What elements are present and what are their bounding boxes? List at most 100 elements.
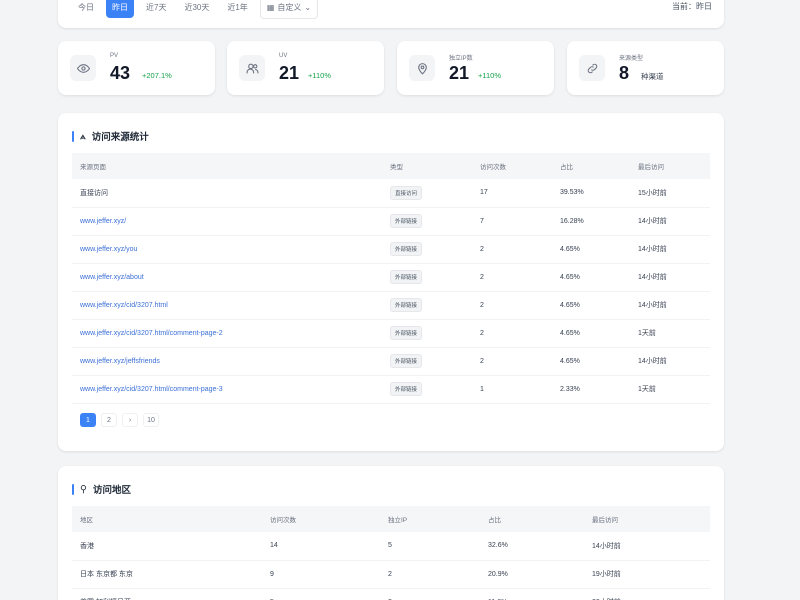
source-page-link[interactable]: www.jeffer.xyz/about [80, 274, 144, 281]
visit-count: 2 [472, 291, 552, 320]
stat-value: 21 [279, 63, 300, 83]
last-visit: 1天前 [630, 375, 710, 404]
next-page-button[interactable]: › [122, 413, 138, 427]
visit-percent: 4.65% [552, 291, 630, 320]
stat-value: 8 [619, 63, 630, 83]
stat-label: PV [110, 53, 119, 59]
filter-last30-button[interactable]: 近30天 [178, 0, 215, 18]
visit-percent: 39.53% [552, 179, 630, 208]
page-button-1[interactable]: 1 [80, 413, 96, 427]
source-page-link[interactable]: www.jeffer.xyz/ [80, 218, 126, 225]
type-badge: 外部链接 [390, 242, 423, 256]
table-row: www.jeffer.xyz/about 外部链接 2 4.65% 14小时前 [72, 263, 710, 292]
page-size-select[interactable]: 10 [143, 413, 159, 427]
region-table: 地区 访问次数 独立IP 占比 最后访问 香港 14 5 32.6% 14小时前… [72, 506, 710, 600]
column-header: 占比 [488, 517, 501, 524]
page-button-2[interactable]: 2 [101, 413, 117, 427]
column-header: 类型 [390, 164, 403, 171]
last-visit: 14小时前 [630, 263, 710, 292]
visit-percent: 4.65% [552, 347, 630, 376]
source-table: 来源页面 类型 访问次数 占比 最后访问 直接访问 直接访问 17 39.53%… [72, 153, 710, 404]
filter-yesterday-button[interactable]: 昨日 [106, 0, 134, 18]
region-stats-title: 访问地区 [92, 485, 131, 496]
type-badge: 外部链接 [390, 214, 423, 228]
source-page-link[interactable]: www.jeffer.xyz/jeffsfriends [80, 358, 160, 365]
time-filter-group: 今日 昨日 近7天 近30天 近1年 ▦ 自定义 ⌄ [72, 0, 319, 19]
stat-value: 21 [449, 63, 470, 83]
stat-unit: 种渠道 [641, 72, 664, 81]
source-page-link[interactable]: www.jeffer.xyz/you [80, 246, 137, 253]
type-badge: 外部链接 [390, 326, 423, 340]
type-badge: 外部链接 [390, 382, 423, 396]
stat-label: 来源类型 [619, 56, 644, 62]
visit-count: 2 [472, 263, 552, 292]
type-badge: 外部链接 [390, 270, 423, 284]
last-visit: 14小时前 [584, 532, 710, 561]
type-badge: 外部链接 [390, 354, 423, 368]
column-header: 独立IP [388, 517, 408, 524]
region-name: 香港 [72, 532, 262, 561]
table-row: 香港 14 5 32.6% 14小时前 [72, 532, 710, 561]
region-name: 美国 加利福尼亚 [72, 588, 262, 600]
visit-percent: 32.6% [480, 532, 584, 561]
visit-percent: 4.65% [552, 235, 630, 264]
section-title: ⚲ 访问地区 [72, 482, 131, 496]
source-stats-card: ⟑ 访问来源统计 来源页面 类型 访问次数 占比 最后访问 直接访问 直接访问 … [58, 113, 724, 451]
users-icon [239, 55, 265, 81]
unique-ip-count: 2 [380, 588, 480, 600]
visit-count: 17 [472, 179, 552, 208]
column-header: 占比 [560, 164, 573, 171]
stat-card-pv: PV 43 +207.1% [58, 41, 215, 95]
last-visit: 1天前 [630, 319, 710, 348]
chevron-down-icon: ⌄ [304, 3, 312, 12]
last-visit: 14小时前 [630, 347, 710, 376]
source-page-link[interactable]: www.jeffer.xyz/cid/3207.html/comment-pag… [80, 386, 223, 393]
visit-percent: 4.65% [552, 263, 630, 292]
unique-ip-count: 5 [380, 532, 480, 561]
filter-today-button[interactable]: 今日 [72, 0, 100, 18]
visit-percent: 20.9% [480, 560, 584, 589]
visit-count: 14 [262, 532, 380, 561]
type-badge: 直接访问 [390, 185, 423, 200]
table-row: 直接访问 直接访问 17 39.53% 15小时前 [72, 179, 710, 208]
last-visit: 20小时前 [584, 588, 710, 600]
column-header: 最后访问 [592, 517, 618, 524]
last-visit: 14小时前 [630, 207, 710, 236]
visit-percent: 16.28% [552, 207, 630, 236]
visit-count: 2 [472, 235, 552, 264]
source-page: 直接访问 [72, 179, 382, 208]
title-accent-bar [72, 130, 74, 142]
custom-date-label: 自定义 [277, 3, 302, 12]
region-name: 日本 东京都 东京 [72, 560, 262, 589]
stat-change: +207.1% [142, 71, 172, 80]
table-row: www.jeffer.xyz/you 外部链接 2 4.65% 14小时前 [72, 235, 710, 264]
filter-last7-button[interactable]: 近7天 [140, 0, 172, 18]
title-accent-bar [72, 483, 74, 495]
custom-date-picker[interactable]: ▦ 自定义 ⌄ [259, 0, 319, 19]
share-icon: ⟑ [80, 130, 86, 142]
visit-percent: 11.6% [480, 588, 584, 600]
table-row: www.jeffer.xyz/cid/3207.html 外部链接 2 4.65… [72, 291, 710, 320]
link-icon [579, 55, 605, 81]
table-row: www.jeffer.xyz/jeffsfriends 外部链接 2 4.65%… [72, 347, 710, 376]
source-page-link[interactable]: www.jeffer.xyz/cid/3207.html/comment-pag… [80, 330, 223, 337]
table-header-row: 地区 访问次数 独立IP 占比 最后访问 [72, 506, 710, 532]
location-pin-icon: ⚲ [80, 483, 87, 495]
source-page-link[interactable]: www.jeffer.xyz/cid/3207.html [80, 302, 168, 309]
table-row: www.jeffer.xyz/ 外部链接 7 16.28% 14小时前 [72, 207, 710, 236]
region-stats-card: ⚲ 访问地区 地区 访问次数 独立IP 占比 最后访问 香港 14 5 32.6… [58, 466, 724, 600]
last-visit: 19小时前 [584, 560, 710, 589]
visit-count: 2 [472, 347, 552, 376]
table-row: www.jeffer.xyz/cid/3207.html/comment-pag… [72, 319, 710, 348]
visit-count: 7 [472, 207, 552, 236]
column-header: 最后访问 [638, 164, 664, 171]
unique-ip-count: 2 [380, 560, 480, 589]
filter-last1y-button[interactable]: 近1年 [221, 0, 253, 18]
pagination: 1 2 › 10 [80, 413, 159, 427]
table-row: 美国 加利福尼亚 5 2 11.6% 20小时前 [72, 588, 710, 600]
stat-label: UV [279, 53, 288, 59]
eye-icon [70, 55, 96, 81]
stat-card-ip: 独立IP数 21 +110% [397, 41, 554, 95]
stat-value: 43 [110, 63, 131, 83]
last-visit: 14小时前 [630, 291, 710, 320]
